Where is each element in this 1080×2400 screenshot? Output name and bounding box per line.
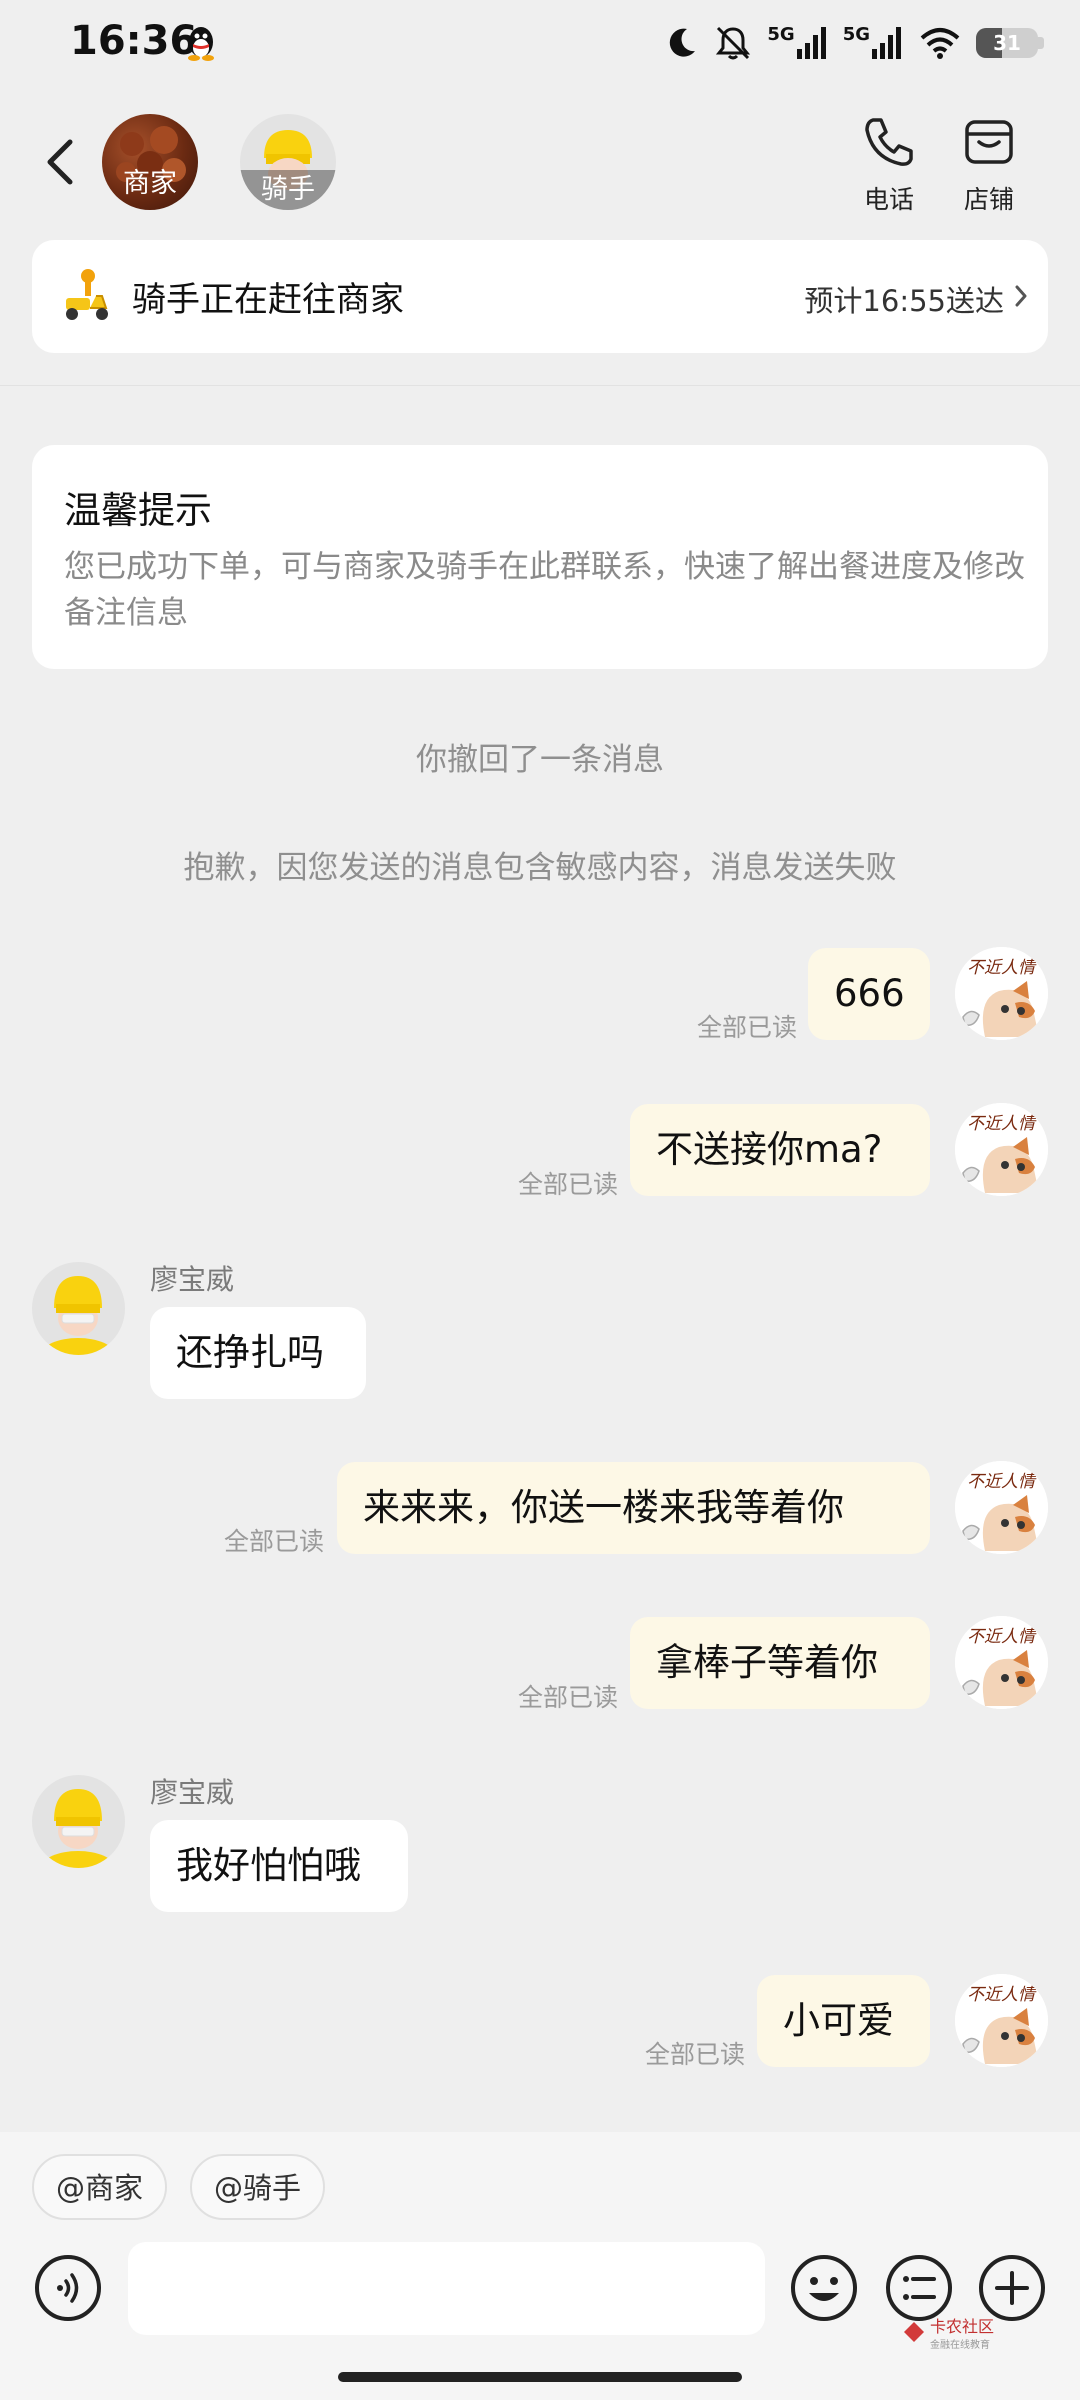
self-avatar[interactable]: 不近人情 <box>955 1103 1048 1196</box>
svg-text:不近人情: 不近人情 <box>967 1114 1038 1134</box>
delivery-status-text: 骑手正在赶往商家 <box>132 280 404 320</box>
svg-text:不近人情: 不近人情 <box>967 958 1038 978</box>
rider-avatar[interactable] <box>32 1262 125 1355</box>
tip-body: 您已成功下单，可与商家及骑手在此群联系，快速了解出餐进度及修改备注信息 <box>64 549 1025 631</box>
divider <box>0 385 1080 386</box>
read-status: 全部已读 <box>518 1170 619 1199</box>
cat-avatar-image: 不近人情 <box>955 1616 1048 1709</box>
voice-input-icon[interactable] <box>33 2253 103 2323</box>
cat-avatar-image: 不近人情 <box>955 1461 1048 1554</box>
merchant-avatar-label: 商家 <box>123 168 177 199</box>
delivery-eta: 预计16:55送达 <box>804 284 1004 318</box>
message-input[interactable] <box>128 2242 765 2335</box>
scooter-icon <box>66 269 108 320</box>
read-status: 全部已读 <box>518 1683 619 1712</box>
message-bubble[interactable]: 还挣扎吗 <box>150 1307 366 1399</box>
message-bubble[interactable]: 拿棒子等着你 <box>630 1617 930 1709</box>
battery-indicator: 31 <box>976 28 1044 58</box>
network-label-2: 5G <box>842 24 870 45</box>
svg-text:卡农社区: 卡农社区 <box>930 2317 994 2336</box>
quick-phrases-icon[interactable] <box>884 2253 954 2323</box>
tip-title: 温馨提示 <box>64 489 212 532</box>
rider-avatar[interactable] <box>32 1775 125 1868</box>
back-arrow-icon[interactable] <box>38 132 80 192</box>
watermark-logo: 卡农社区 金融在线教育 <box>904 2317 994 2351</box>
rider-helmet-icon <box>42 1276 114 1355</box>
qq-penguin-icon <box>188 27 214 61</box>
sender-name: 廖宝威 <box>150 1776 235 1809</box>
phone-label: 电话 <box>863 185 914 214</box>
cat-avatar-image: 不近人情 <box>955 1974 1048 2067</box>
status-time: 16:36 <box>70 18 198 64</box>
battery-icon: 31 <box>976 28 1038 58</box>
svg-text:金融在线教育: 金融在线教育 <box>930 2338 990 2351</box>
signal-2: 5G <box>842 24 904 61</box>
store-icon <box>965 120 1013 164</box>
message-bubble[interactable]: 小可爱 <box>757 1975 930 2067</box>
recalled-message-notice: 你撤回了一条消息 <box>416 742 664 778</box>
message-bubble[interactable]: 来来来，你送一楼来我等着你 <box>337 1462 930 1554</box>
rider-helmet-icon <box>42 1789 114 1868</box>
battery-level: 31 <box>993 31 1021 55</box>
read-status: 全部已读 <box>224 1527 325 1556</box>
merchant-avatar[interactable]: 商家 <box>102 114 198 210</box>
sender-name: 廖宝威 <box>150 1263 235 1296</box>
mention-merchant-chip[interactable]: @商家 <box>32 2154 168 2220</box>
read-status: 全部已读 <box>645 2040 746 2069</box>
moon-icon <box>670 28 696 57</box>
signal-bars-icon <box>796 27 826 59</box>
read-status: 全部已读 <box>697 1013 798 1042</box>
signal-bars-icon <box>872 27 901 59</box>
self-avatar[interactable]: 不近人情 <box>955 1616 1048 1709</box>
send-failed-notice: 抱歉，因您发送的消息包含敏感内容，消息发送失败 <box>183 850 897 886</box>
store-button[interactable]: 店铺 <box>949 114 1029 216</box>
home-indicator[interactable] <box>338 2372 742 2382</box>
rider-avatar-header[interactable]: 骑手 <box>240 114 336 210</box>
svg-text:不近人情: 不近人情 <box>967 1472 1038 1492</box>
add-more-icon[interactable] <box>977 2253 1047 2323</box>
self-avatar[interactable]: 不近人情 <box>955 1974 1048 2067</box>
status-icons: 5G 5G 31 <box>665 22 1044 64</box>
message-bubble[interactable]: 我好怕怕哦 <box>150 1820 408 1912</box>
bell-mute-icon <box>716 26 751 60</box>
phone-icon <box>865 118 913 166</box>
rider-avatar-label: 骑手 <box>240 170 336 210</box>
svg-text:不近人情: 不近人情 <box>967 1627 1038 1647</box>
signal-1: 5G <box>767 24 828 61</box>
store-label: 店铺 <box>963 185 1014 214</box>
message-bubble[interactable]: 不送接你ma? <box>630 1104 930 1196</box>
chevron-right-icon <box>1015 285 1027 307</box>
emoji-icon[interactable] <box>789 2253 859 2323</box>
message-bubble[interactable]: 666 <box>808 948 930 1040</box>
mention-rider-chip[interactable]: @骑手 <box>190 2154 326 2220</box>
self-avatar[interactable]: 不近人情 <box>955 947 1048 1040</box>
network-label-1: 5G <box>767 24 795 45</box>
self-avatar[interactable]: 不近人情 <box>955 1461 1048 1554</box>
phone-button[interactable]: 电话 <box>849 114 929 216</box>
wifi-icon <box>920 28 960 59</box>
cat-avatar-image: 不近人情 <box>955 1103 1048 1196</box>
cat-avatar-image: 不近人情 <box>955 947 1048 1040</box>
svg-text:不近人情: 不近人情 <box>967 1985 1038 2005</box>
